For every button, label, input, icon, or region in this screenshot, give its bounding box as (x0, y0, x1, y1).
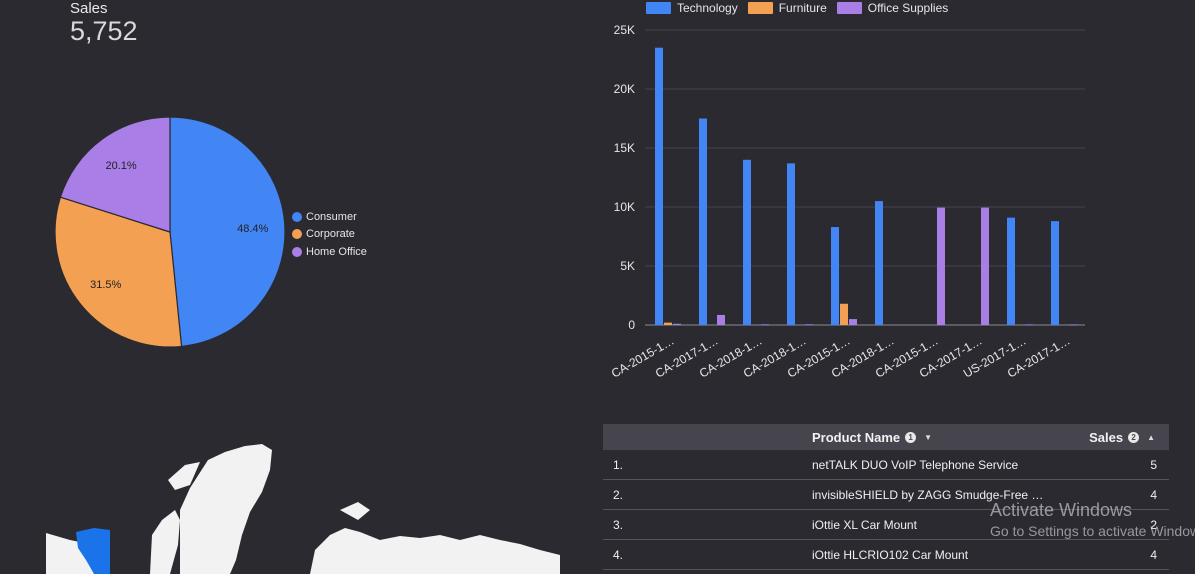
pie-legend-label: Consumer (306, 210, 357, 223)
watermark-subtitle: Go to Settings to activate Windows. (990, 523, 1195, 539)
product-name-cell: netTALK DUO VoIP Telephone Service (812, 458, 1019, 472)
kpi-value: 5,752 (70, 16, 138, 46)
sort-ascending-icon[interactable]: ▲ (1147, 433, 1155, 442)
sort-order-badge: 2 (1128, 432, 1140, 443)
bar-technology[interactable] (699, 118, 707, 326)
bar-office-supplies[interactable] (673, 323, 681, 325)
geo-map[interactable] (40, 440, 560, 574)
column-header-product-name[interactable]: Product Name 1 ▼ (812, 430, 932, 445)
watermark-title: Activate Windows (990, 500, 1133, 520)
pie-legend-label: Home Office (306, 245, 367, 258)
row-index: 4. (613, 548, 624, 562)
bar-chart[interactable]: 05K10K15K20K25KCA-2015-1…CA-2017-1…CA-20… (600, 0, 1095, 390)
product-name-cell: iOttie XL Car Mount (812, 518, 917, 532)
bar-technology[interactable] (787, 163, 795, 325)
sort-order-badge: 1 (905, 432, 917, 443)
y-tick-label: 10K (614, 200, 635, 214)
table-row[interactable]: 4. iOttie HLCRIO102 Car Mount 4 (603, 540, 1169, 570)
row-index: 3. (613, 518, 624, 532)
bar-furniture[interactable] (664, 322, 672, 325)
europe-shape (310, 502, 560, 574)
bar-technology[interactable] (1007, 217, 1015, 325)
consumer-swatch (292, 211, 302, 222)
y-tick-label: 20K (614, 82, 635, 96)
row-index: 1. (613, 458, 624, 472)
pie-slice-label: 48.4% (237, 223, 268, 235)
sort-descending-icon[interactable]: ▼ (924, 433, 932, 442)
product-name-cell: iOttie HLCRIO102 Car Mount (812, 548, 969, 562)
bar-office-supplies[interactable] (1025, 324, 1033, 326)
y-tick-label: 15K (614, 141, 635, 155)
pie-legend-item-home-office[interactable]: Home Office (292, 243, 367, 261)
home-office-swatch (292, 246, 302, 257)
bar-technology[interactable] (1051, 221, 1059, 325)
bar-furniture[interactable] (840, 303, 848, 325)
y-tick-label: 5K (620, 259, 635, 273)
pie-slice-label: 31.5% (90, 279, 121, 291)
pie-legend-item-consumer[interactable]: Consumer (292, 208, 367, 226)
corporate-swatch (292, 229, 302, 240)
column-header-sales[interactable]: Sales 2 ▲ (1089, 430, 1155, 445)
y-tick-label: 25K (614, 23, 635, 37)
product-table: Product Name 1 ▼ Sales 2 ▲ 1. netTALK DU… (603, 424, 1169, 570)
bar-office-supplies[interactable] (1069, 324, 1077, 326)
sales-cell: 5 (1150, 458, 1157, 472)
pie-legend-item-corporate[interactable]: Corporate (292, 226, 367, 244)
sales-cell: 4 (1150, 548, 1157, 562)
table-header: Product Name 1 ▼ Sales 2 ▲ (603, 424, 1169, 450)
bar-technology[interactable] (655, 47, 663, 325)
bar-office-supplies[interactable] (761, 324, 769, 326)
bar-technology[interactable] (831, 227, 839, 325)
bar-office-supplies[interactable] (981, 207, 989, 325)
bar-office-supplies[interactable] (849, 319, 857, 325)
y-tick-label: 0 (628, 318, 635, 332)
pie-slice-label: 20.1% (106, 160, 137, 172)
bar-office-supplies[interactable] (805, 324, 813, 326)
activation-watermark: Activate Windows Go to Settings to activ… (990, 500, 1195, 539)
bar-technology[interactable] (875, 201, 883, 325)
pie-chart[interactable]: 48.4% 31.5% 20.1% (40, 100, 300, 360)
bar-office-supplies[interactable] (937, 207, 945, 325)
pie-legend-label: Corporate (306, 228, 355, 241)
bar-technology[interactable] (743, 159, 751, 325)
table-row[interactable]: 1. netTALK DUO VoIP Telephone Service 5 (603, 450, 1169, 480)
column-header-label: Product Name (812, 430, 901, 445)
bar-office-supplies[interactable] (717, 314, 725, 325)
row-index: 2. (613, 488, 624, 502)
kpi-label: Sales (70, 0, 108, 17)
pie-legend: Consumer Corporate Home Office (292, 208, 367, 261)
column-header-label: Sales (1089, 430, 1124, 445)
